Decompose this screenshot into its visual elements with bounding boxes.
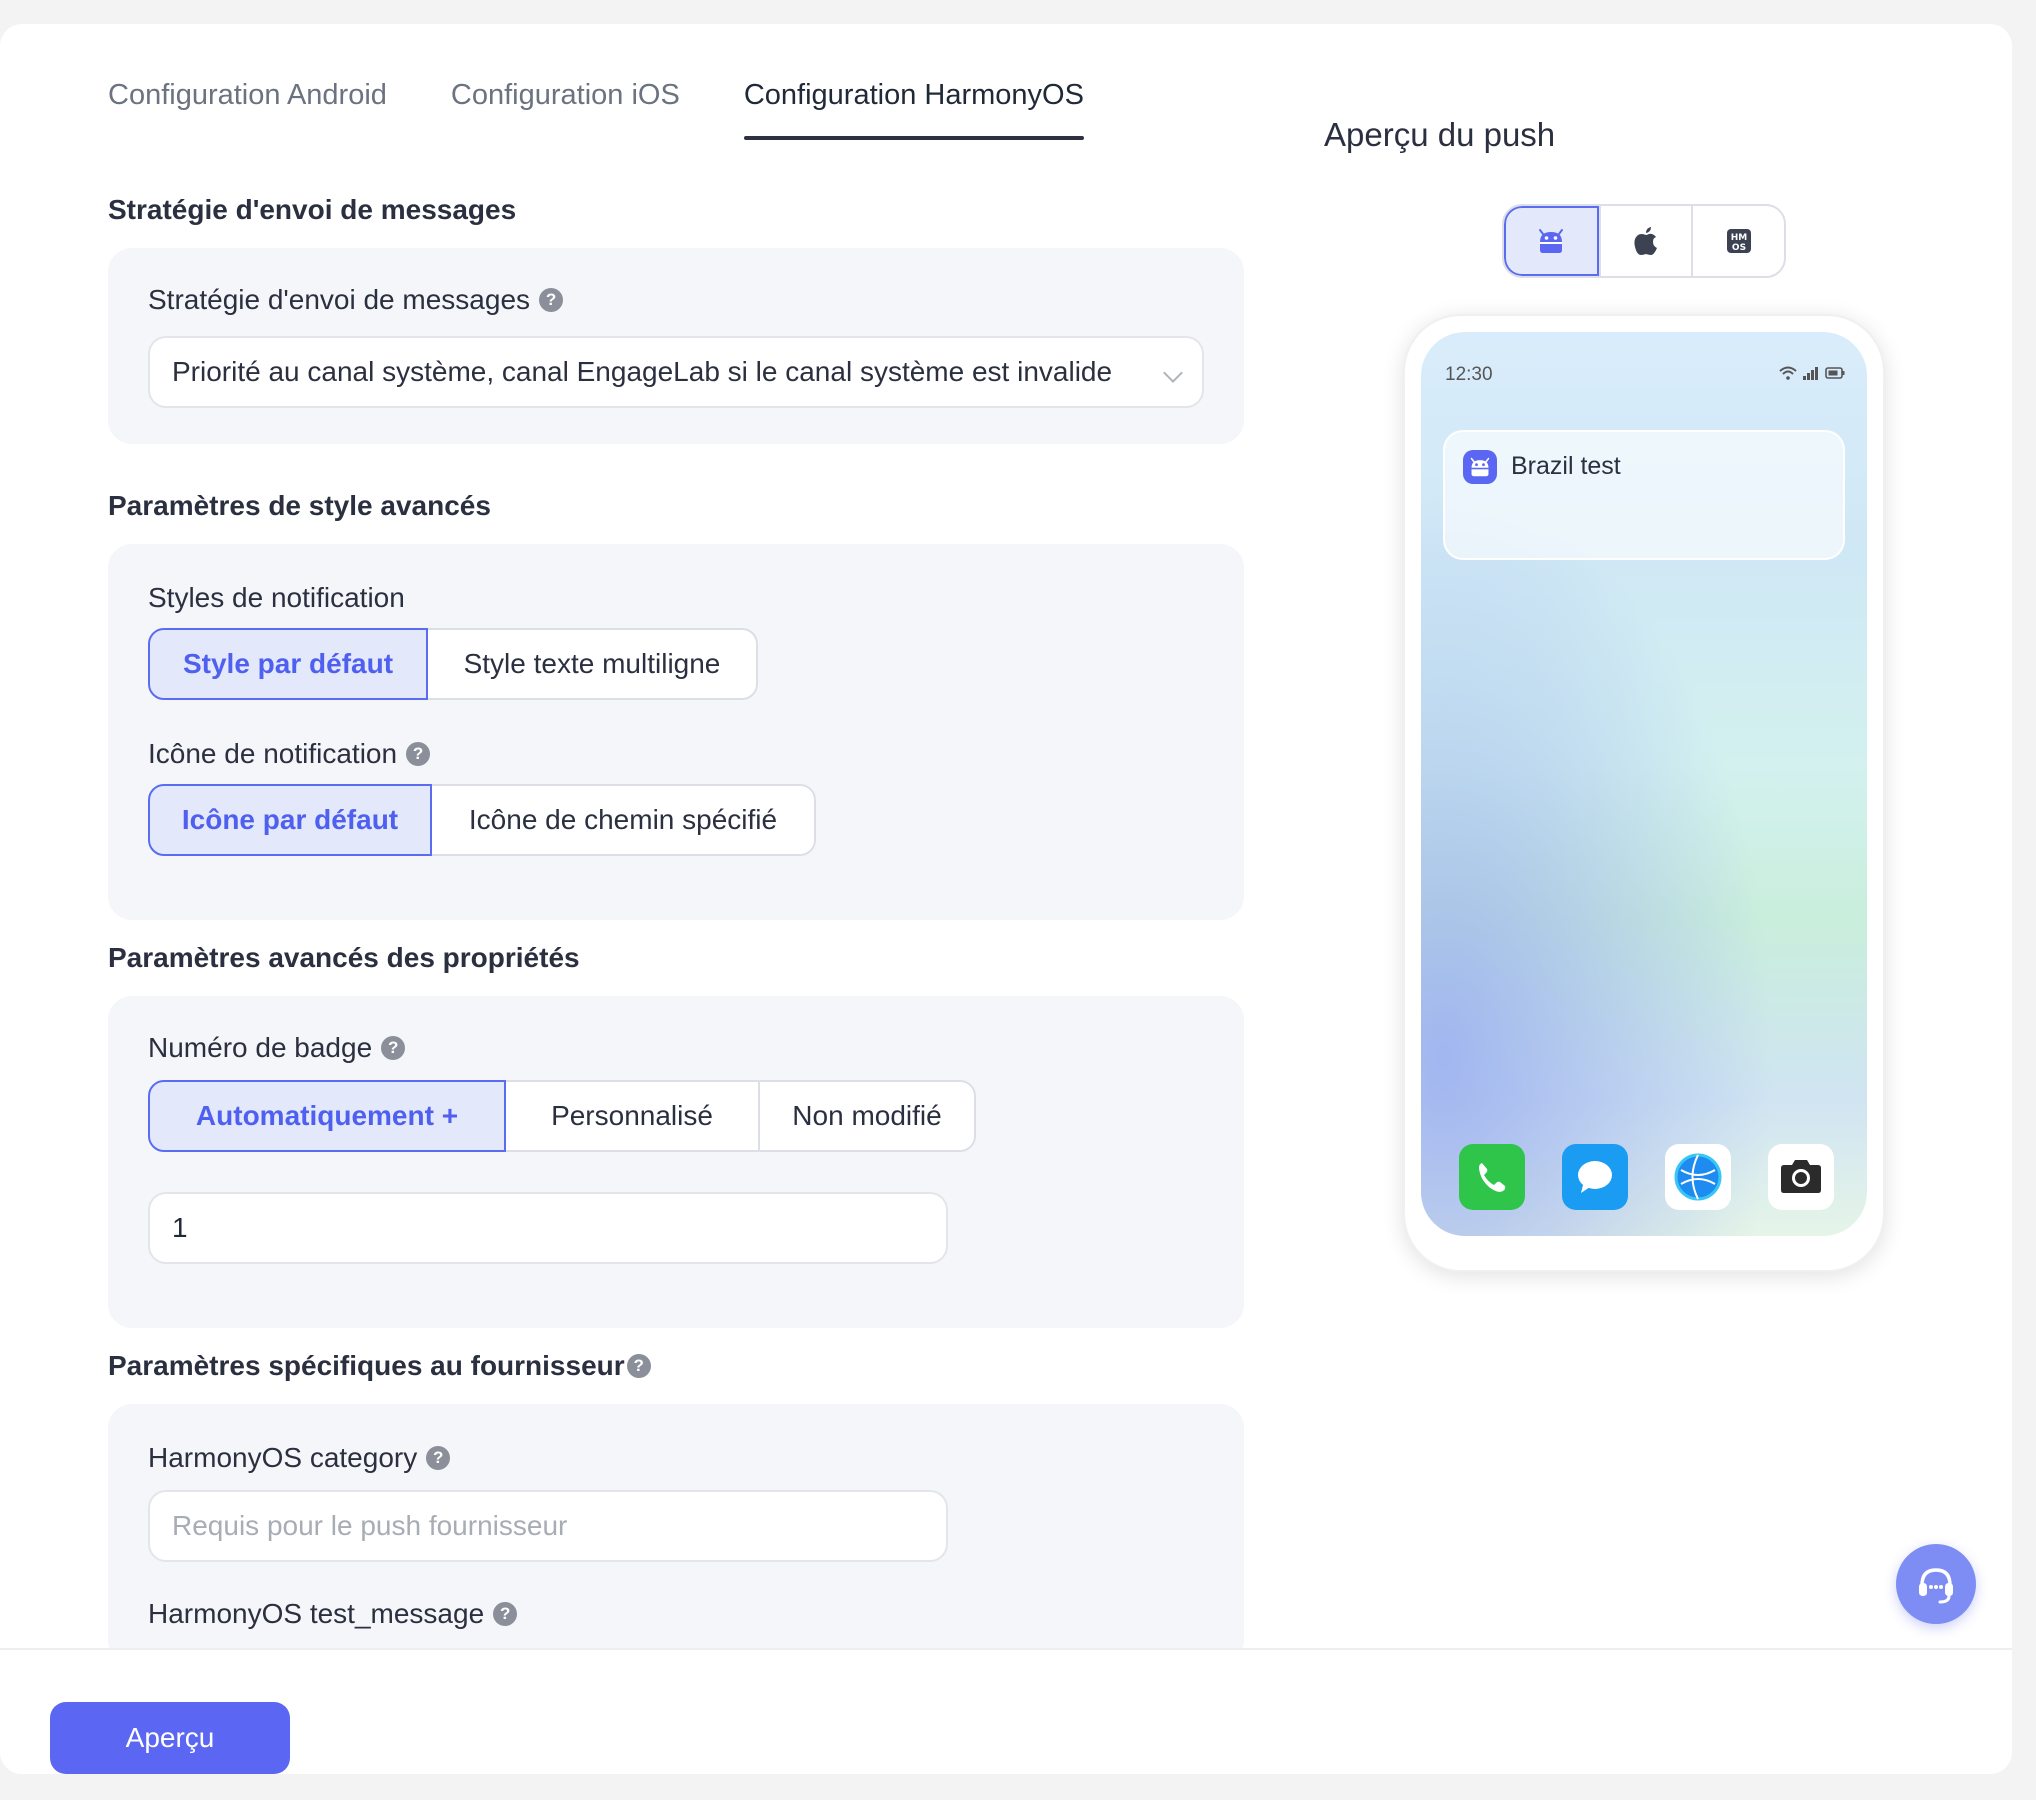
strategy-panel: Stratégie d'envoi de messages ? Priorité… <box>108 248 1244 444</box>
phone-icon <box>1479 1163 1506 1192</box>
preview-harmonyos-button[interactable]: HM OS <box>1691 206 1784 276</box>
preview-ios-button[interactable] <box>1598 206 1692 276</box>
hmos-icon: HM OS <box>1726 229 1751 253</box>
help-icon[interactable]: ? <box>539 288 564 312</box>
bottom-action-bar: Aperçu <box>0 1648 2012 1774</box>
props-panel: Numéro de badge ? Automatiquement + Pers… <box>108 996 1244 1328</box>
strategy-select-value: Priorité au canal système, canal EngageL… <box>172 356 1113 387</box>
category-label: HarmonyOS category ? <box>148 1442 451 1474</box>
dock-browser-app[interactable] <box>1665 1144 1731 1210</box>
tab-android[interactable]: Configuration Android <box>108 74 387 140</box>
preview-button[interactable]: Aperçu <box>50 1702 290 1774</box>
preview-os-switch: HM OS <box>1502 204 1786 278</box>
status-icons <box>1779 366 1845 380</box>
headset-icon <box>1919 1568 1953 1604</box>
messages-icon <box>1578 1161 1612 1193</box>
phone-screen: 12:30 Brazil test <box>1421 332 1867 1236</box>
badge-number-input[interactable]: 1 <box>148 1192 948 1264</box>
notif-style-label: Styles de notification <box>148 582 405 613</box>
section-title-style: Paramètres de style avancés <box>108 490 491 521</box>
help-icon[interactable]: ? <box>426 1446 451 1470</box>
notif-icon-default[interactable]: Icône par défaut <box>148 784 432 856</box>
svg-text:OS: OS <box>1732 243 1746 253</box>
app-dock <box>1459 1144 1834 1210</box>
main-card: Configuration Android Configuration iOS … <box>0 24 2012 1774</box>
dock-phone-app[interactable] <box>1459 1144 1525 1210</box>
wifi-icon <box>1779 366 1797 380</box>
notif-icon-custom-path[interactable]: Icône de chemin spécifié <box>430 784 816 856</box>
browser-icon <box>1674 1153 1722 1201</box>
notification-card[interactable]: Brazil test <box>1443 430 1845 560</box>
badge-unchanged[interactable]: Non modifié <box>758 1080 976 1152</box>
badge-label: Numéro de badge ? <box>148 1032 406 1064</box>
support-button[interactable] <box>1896 1544 1976 1624</box>
section-title-strategy: Stratégie d'envoi de messages <box>108 194 517 225</box>
notif-style-multiline[interactable]: Style texte multiligne <box>426 628 758 700</box>
help-icon[interactable]: ? <box>381 1036 406 1060</box>
battery-icon <box>1825 367 1845 379</box>
notif-style-segment: Style par défaut Style texte multiligne <box>148 628 758 700</box>
test-message-label: HarmonyOS test_message ? <box>148 1598 518 1630</box>
tab-ios[interactable]: Configuration iOS <box>451 74 680 140</box>
notif-style-default[interactable]: Style par défaut <box>148 628 428 700</box>
strategy-label: Stratégie d'envoi de messages ? <box>148 284 564 316</box>
platform-tabs: Configuration Android Configuration iOS … <box>108 74 1148 140</box>
section-title-vendor: Paramètres spécifiques au fournisseur ? <box>108 1350 651 1382</box>
preview-title: Aperçu du push <box>1324 116 1556 153</box>
help-icon[interactable]: ? <box>626 1354 651 1378</box>
category-input[interactable]: Requis pour le push fournisseur <box>148 1490 948 1562</box>
notif-icon-label: Icône de notification ? <box>148 738 431 770</box>
signal-icon <box>1803 367 1818 380</box>
help-icon[interactable]: ? <box>406 742 431 766</box>
chevron-down-icon <box>1163 363 1183 383</box>
vendor-panel: HarmonyOS category ? Requis pour le push… <box>108 1404 1244 1664</box>
app-icon <box>1463 450 1497 484</box>
svg-text:HM: HM <box>1730 233 1747 243</box>
camera-icon <box>1781 1160 1821 1193</box>
apple-icon <box>1634 227 1657 255</box>
notification-title: Brazil test <box>1511 452 1621 480</box>
android-icon <box>1539 229 1564 253</box>
dock-camera-app[interactable] <box>1768 1144 1834 1210</box>
section-title-props: Paramètres avancés des propriétés <box>108 942 580 973</box>
notif-icon-segment: Icône par défaut Icône de chemin spécifi… <box>148 784 816 856</box>
preview-android-button[interactable] <box>1504 206 1599 276</box>
status-time: 12:30 <box>1445 364 1493 385</box>
badge-segment: Automatiquement + Personnalisé Non modif… <box>148 1080 976 1152</box>
android-icon <box>1470 457 1490 477</box>
tab-harmonyos[interactable]: Configuration HarmonyOS <box>743 74 1085 140</box>
phone-preview: 12:30 Brazil test <box>1403 314 1885 1272</box>
dock-messages-app[interactable] <box>1562 1144 1628 1210</box>
style-panel: Styles de notification Style par défaut … <box>108 544 1244 920</box>
strategy-select[interactable]: Priorité au canal système, canal EngageL… <box>148 336 1204 408</box>
badge-auto[interactable]: Automatiquement + <box>148 1080 506 1152</box>
badge-custom[interactable]: Personnalisé <box>504 1080 760 1152</box>
help-icon[interactable]: ? <box>493 1602 518 1626</box>
